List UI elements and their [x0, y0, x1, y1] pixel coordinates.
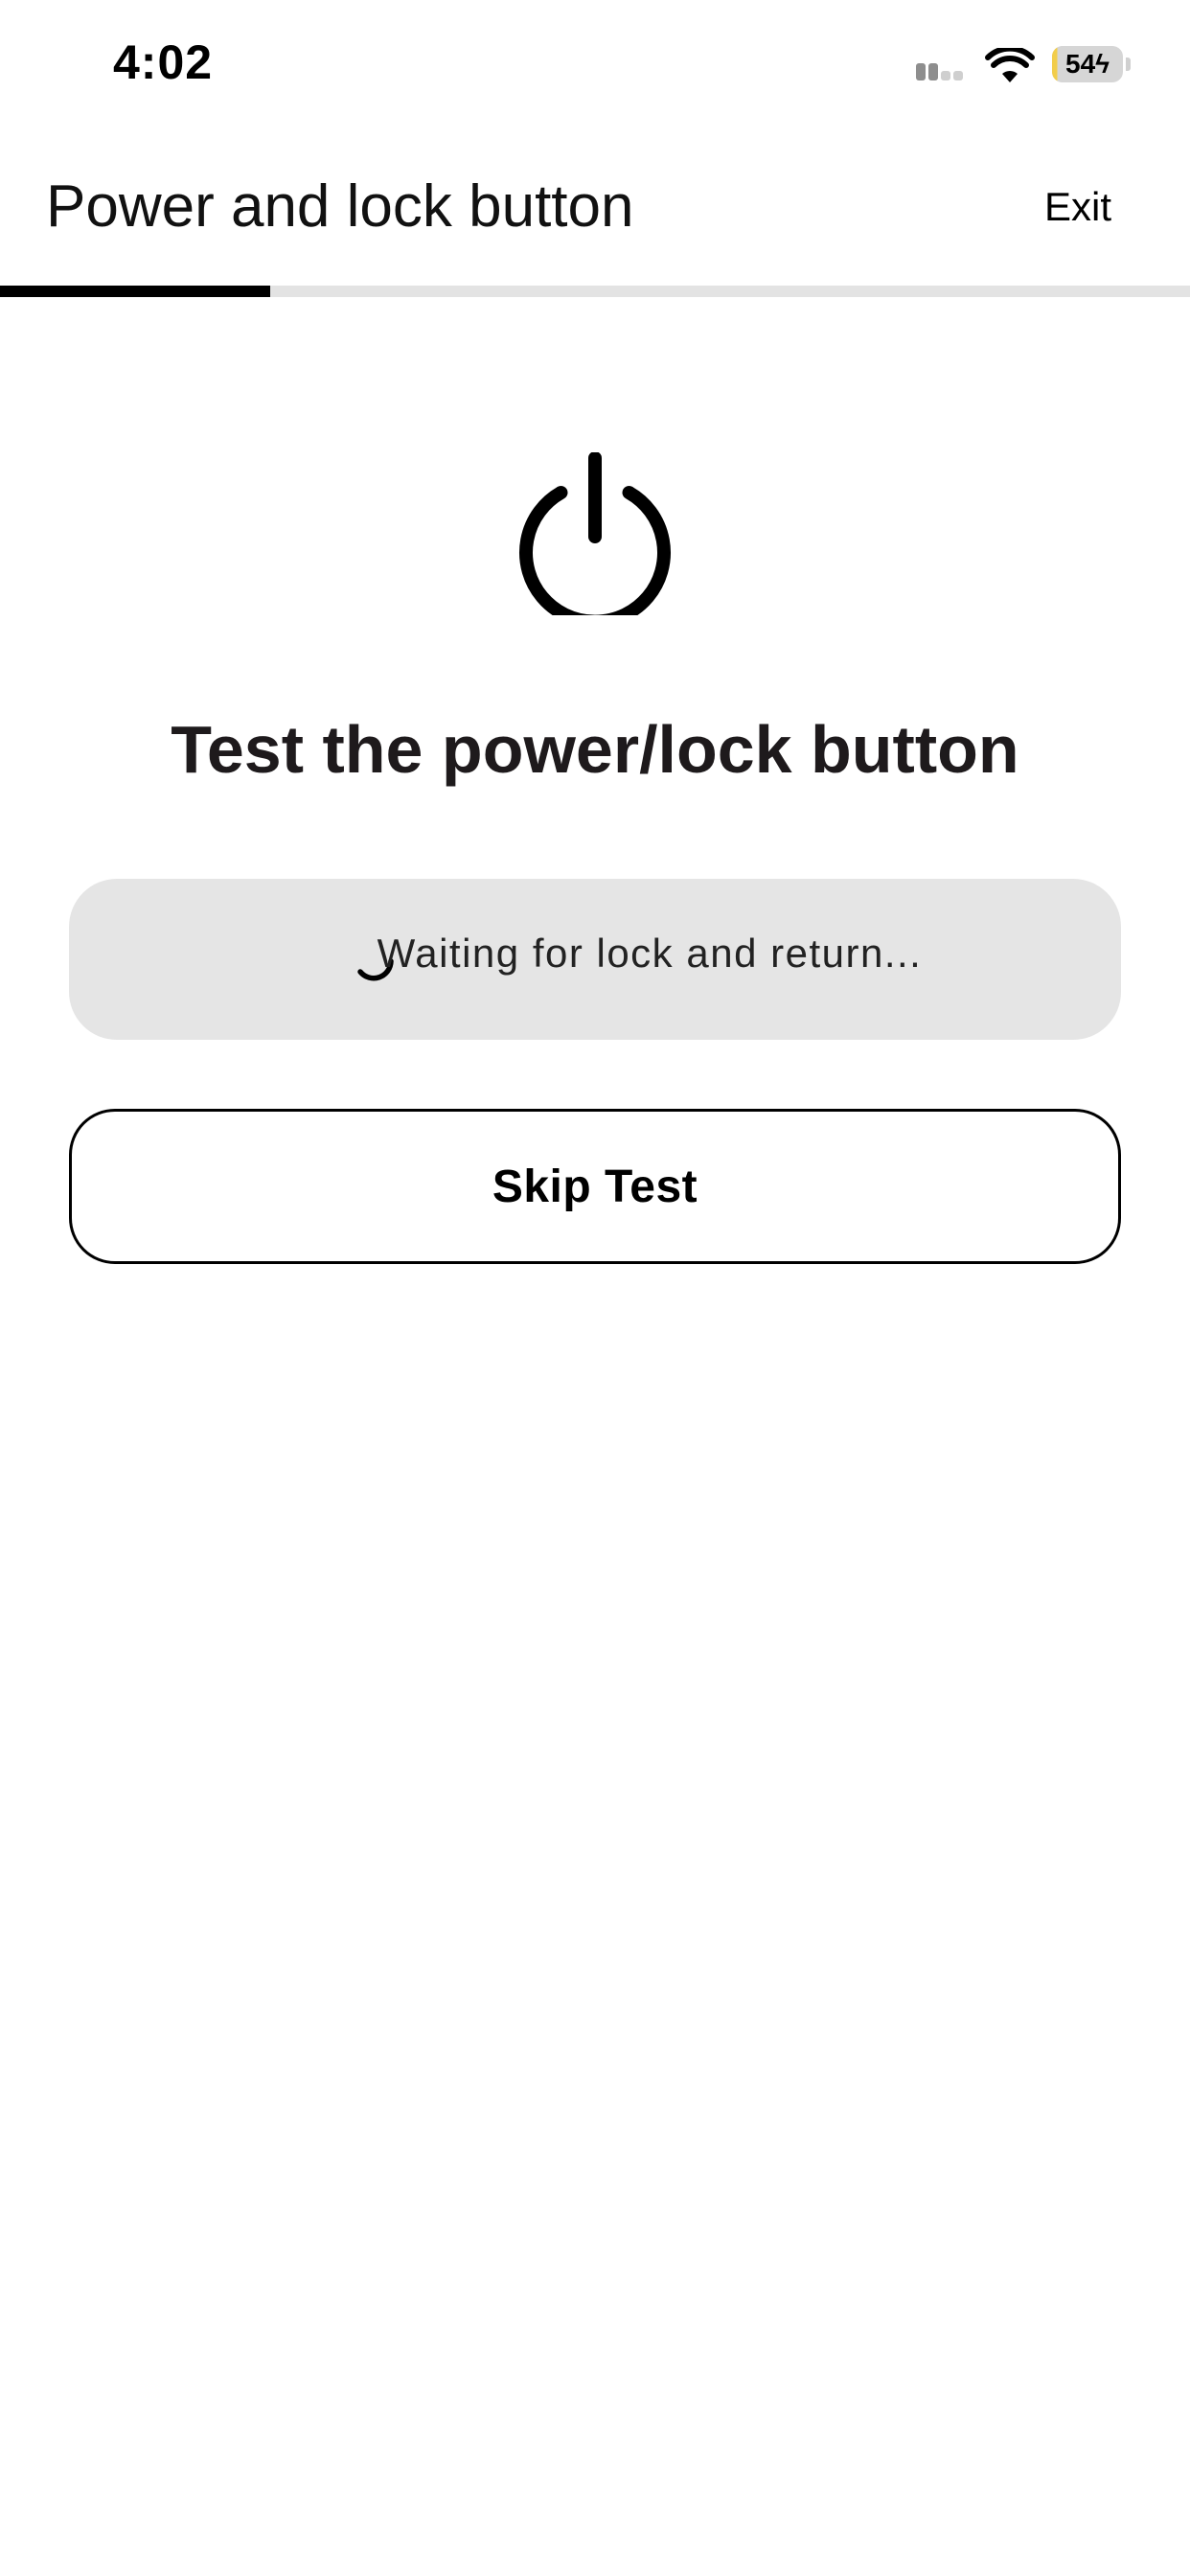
page-title: Power and lock button [46, 173, 634, 240]
test-screen: 4:02 54ϟ Power and lock button Exit Test… [0, 0, 1190, 2576]
cellular-signal-icon [916, 63, 972, 80]
status-text: Waiting for lock and return... [377, 931, 923, 976]
wifi-icon [985, 48, 1035, 82]
progress-bar-fill [0, 286, 270, 297]
progress-bar [0, 286, 1190, 297]
status-bar: 4:02 54ϟ [0, 0, 1190, 134]
battery-cap [1126, 58, 1131, 71]
exit-button[interactable]: Exit [1016, 178, 1140, 236]
skip-test-button[interactable]: Skip Test [69, 1109, 1121, 1264]
battery-level-text: 54 [1065, 49, 1096, 79]
power-icon [519, 452, 671, 615]
charging-bolt-icon: ϟ [1095, 49, 1110, 79]
main-heading: Test the power/lock button [171, 712, 1019, 787]
status-message: Waiting for lock and return... [69, 879, 1121, 1040]
status-time: 4:02 [113, 35, 214, 89]
battery-icon: 54ϟ [1052, 46, 1123, 82]
